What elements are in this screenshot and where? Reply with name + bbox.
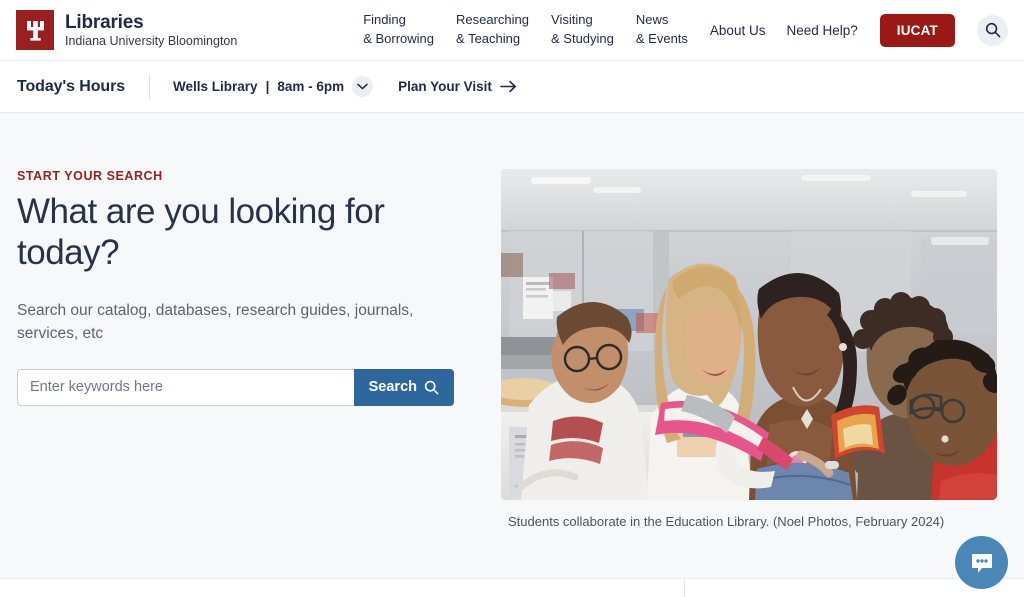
search-submit-button[interactable]: Search: [353, 368, 454, 406]
hours-separator: |: [265, 79, 270, 94]
chevron-down-icon: [357, 83, 368, 90]
header-search-button[interactable]: [977, 14, 1008, 46]
search-input[interactable]: [17, 368, 354, 406]
page-root: Libraries Indiana University Bloomington…: [0, 0, 1024, 597]
section-vertical-divider: [684, 579, 685, 597]
hours-detail: Wells Library | 8am - 6pm: [173, 76, 374, 97]
todays-hours-bar: Today's Hours Wells Library | 8am - 6pm …: [0, 61, 1024, 113]
plan-your-visit-link[interactable]: Plan Your Visit: [398, 79, 517, 94]
primary-navigation: Finding & Borrowing Researching & Teachi…: [363, 11, 1008, 49]
hours-time-range: 8am - 6pm: [277, 79, 345, 94]
nav-item-about-us[interactable]: About Us: [710, 23, 766, 38]
site-header: Libraries Indiana University Bloomington…: [0, 0, 1024, 61]
hero-content: START YOUR SEARCH What are you looking f…: [17, 169, 457, 578]
brand-lockup[interactable]: Libraries Indiana University Bloomington: [16, 10, 237, 50]
hero-eyebrow: START YOUR SEARCH: [17, 169, 163, 183]
hours-divider: [149, 73, 151, 100]
search-icon: [424, 380, 439, 395]
photo-caption: Students collaborate in the Education Li…: [508, 514, 945, 529]
arrow-right-icon: [500, 80, 516, 93]
nav-item-researching-teaching[interactable]: Researching & Teaching: [456, 11, 529, 49]
brand-text: Libraries Indiana University Bloomington: [65, 12, 237, 47]
chat-bubble-icon: [971, 553, 992, 573]
brand-title: Libraries: [65, 12, 144, 34]
hero-media: Students collaborate in the Education Li…: [501, 169, 1008, 578]
nav-item-line1: News: [635, 12, 669, 28]
nav-item-line2: & Events: [635, 31, 688, 46]
hero-search-form: Search: [17, 368, 454, 406]
chat-widget-button[interactable]: [955, 536, 1008, 589]
nav-item-line2: & Borrowing: [363, 31, 435, 46]
nav-item-finding-borrowing[interactable]: Finding & Borrowing: [363, 11, 434, 49]
nav-item-line2: & Teaching: [456, 31, 521, 46]
nav-item-visiting-studying[interactable]: Visiting & Studying: [551, 11, 614, 49]
nav-item-line1: Visiting: [551, 12, 593, 28]
nav-item-news-events[interactable]: News & Events: [636, 11, 688, 49]
nav-item-need-help[interactable]: Need Help?: [786, 23, 857, 38]
hero-description: Search our catalog, databases, research …: [17, 301, 414, 342]
hero-section: START YOUR SEARCH What are you looking f…: [0, 113, 1024, 578]
hero-photo: [501, 169, 997, 500]
nav-stacked-group: Finding & Borrowing Researching & Teachi…: [363, 11, 688, 49]
iucat-button[interactable]: IUCAT: [879, 13, 955, 47]
nav-item-line1: Finding: [363, 12, 406, 28]
page-title: What are you looking for today?: [17, 192, 385, 272]
brand-subtitle: Indiana University Bloomington: [65, 33, 238, 48]
hours-library-name: Wells Library: [173, 79, 258, 94]
nav-flat-group: About Us Need Help?: [710, 23, 858, 38]
iu-trident-logo: [16, 10, 54, 50]
hours-title: Today's Hours: [17, 77, 126, 95]
search-icon: [985, 22, 1000, 38]
search-button-label: Search: [368, 379, 417, 396]
hours-dropdown-toggle[interactable]: [352, 76, 374, 97]
plan-visit-label: Plan Your Visit: [398, 79, 492, 94]
nav-item-line1: Researching: [456, 12, 530, 28]
nav-item-line2: & Studying: [551, 31, 614, 46]
next-section-strip: [0, 578, 1024, 597]
